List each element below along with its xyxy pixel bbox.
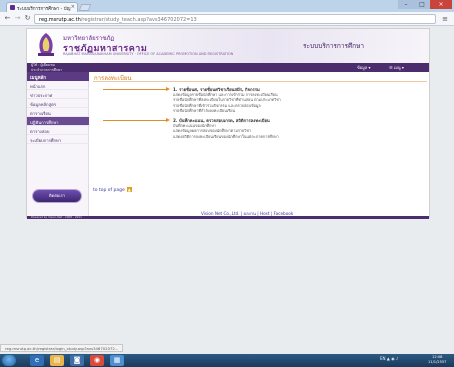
new-tab-button[interactable]: [78, 4, 92, 11]
address-bar[interactable]: reg.msrutp.ac.th/registrar/study_teach.a…: [34, 14, 436, 24]
sidebar-item-regulations[interactable]: ระเบียบการศึกษา: [27, 135, 89, 144]
close-window-button[interactable]: ×: [430, 0, 452, 9]
info-menu-button[interactable]: ข้อมูล ▾: [357, 64, 371, 71]
main-menu-button[interactable]: ☰ เมนู ▾: [389, 64, 404, 71]
clock[interactable]: 12:08 11/1/2557: [428, 355, 446, 365]
sidebar-item-timetable[interactable]: ตารางเรียน: [27, 108, 89, 117]
top-of-page-link[interactable]: to top of page ▲: [93, 187, 132, 193]
chrome-icon[interactable]: ◉: [90, 355, 104, 366]
page-title: การลงทะเบียน: [93, 73, 427, 82]
sidebar-heading: เมนูหลัก: [27, 72, 89, 81]
contact-badge-button[interactable]: ติดต่อเรา: [33, 190, 81, 202]
reload-icon[interactable]: ↻: [23, 14, 32, 23]
page-viewport: มหาวิทยาลัยราชภัฏ ราชภัฏมหาสารคาม RAJABH…: [0, 26, 454, 354]
up-arrow-icon: ▲: [126, 187, 132, 192]
site-container: มหาวิทยาลัยราชภัฏ ราชภัฏมหาสารคาม RAJABH…: [26, 28, 430, 219]
university-english-name: RAJABHAT MAHASARAKHAM UNIVERSITY · OFFIC…: [63, 52, 234, 56]
credit-text: Powered by Vision Net · 2008 - 2011: [31, 215, 82, 219]
favicon-icon: [10, 5, 15, 10]
ie-icon[interactable]: e: [30, 355, 44, 366]
clock-date: 11/1/2557: [428, 360, 447, 364]
sidebar-item-home[interactable]: หน้าแรก: [27, 81, 89, 90]
address-path: /registrar/study_teach.asp?avs346702072=…: [80, 17, 197, 23]
main-content: การลงทะเบียน 1. รายชื่อนศ, รายชื่อนศวิชา…: [93, 73, 427, 217]
maximize-button[interactable]: □: [414, 0, 430, 9]
browser-menu-icon[interactable]: ≡: [440, 14, 450, 24]
section-2-desc-line: แสดงสถิติการลงทะเบียนเรียนของนักศึกษาในแ…: [173, 133, 279, 139]
browser-status-bar: reg.msrutp.ac.th/registrar/login_study.a…: [0, 344, 124, 352]
sidebar-item-calendar[interactable]: ปฏิทินการศึกษา: [27, 117, 89, 126]
sidebar-item-curriculum[interactable]: ข้อมูลหลักสูตร: [27, 99, 89, 108]
service-title: ระบบบริการการศึกษา: [303, 42, 365, 50]
outlook-icon[interactable]: ◙: [70, 355, 84, 366]
forward-arrow-icon[interactable]: →: [13, 14, 22, 23]
address-host: reg.msrutp.ac.th: [39, 17, 81, 23]
bottom-bar: Powered by Vision Net · 2008 - 2011: [27, 215, 429, 219]
section-1-arrow-head-icon: [166, 87, 170, 91]
browser-tab[interactable]: ระบบบริการการศึกษา - บัญ ×: [6, 2, 78, 12]
section-1-arrow: [103, 89, 167, 90]
browser-titlebar: ระบบบริการการศึกษา - บัญ × – □ ×: [0, 0, 454, 12]
system-tray[interactable]: EN ▲ ◉ ♪: [380, 356, 398, 361]
browser-navbar: ← → ↻ reg.msrutp.ac.th/registrar/study_t…: [0, 12, 454, 26]
sidebar-item-news[interactable]: ข่าวประกาศ: [27, 90, 89, 99]
taskbar: e ▤ ◙ ◉ ▦ EN ▲ ◉ ♪ 12:08 11/1/2557: [0, 354, 454, 367]
section-2-arrow-head-icon: [166, 118, 170, 122]
back-arrow-icon[interactable]: ←: [3, 14, 12, 23]
section-1-description: แสดงข้อมูลรายชื่อนักศึกษา และการเข้าร่วม…: [173, 92, 427, 114]
top-of-page-label: to top of page: [93, 188, 125, 193]
section-1-desc-line: รายชื่อนักศึกษาที่กำลังลงทะเบียนเรียน: [173, 108, 236, 114]
start-button[interactable]: [2, 355, 16, 366]
university-logo-icon: [38, 33, 54, 56]
site-header: มหาวิทยาลัยราชภัฏ ราชภัฏมหาสารคาม RAJABH…: [27, 29, 429, 63]
sidebar: เมนูหลัก หน้าแรก ข่าวประกาศ ข้อมูลหลักสู…: [27, 72, 89, 218]
explorer-icon[interactable]: ▤: [50, 355, 64, 366]
section-2-description: บันทึกคะแนนของนักศึกษา แสดงข้อมูลผลการสอ…: [173, 123, 427, 139]
minimize-button[interactable]: –: [398, 0, 414, 9]
user-info: ผู้ใช้ : ผู้เยี่ยมชม ประจำภาคการศึกษา: [31, 63, 62, 72]
section-2-arrow: [103, 120, 167, 121]
user-bar: ผู้ใช้ : ผู้เยี่ยมชม ประจำภาคการศึกษา ข้…: [27, 63, 429, 72]
paint-icon[interactable]: ▦: [110, 355, 124, 366]
tab-close-icon[interactable]: ×: [71, 4, 75, 10]
sidebar-item-exam-schedule[interactable]: ตารางสอบ: [27, 126, 89, 135]
